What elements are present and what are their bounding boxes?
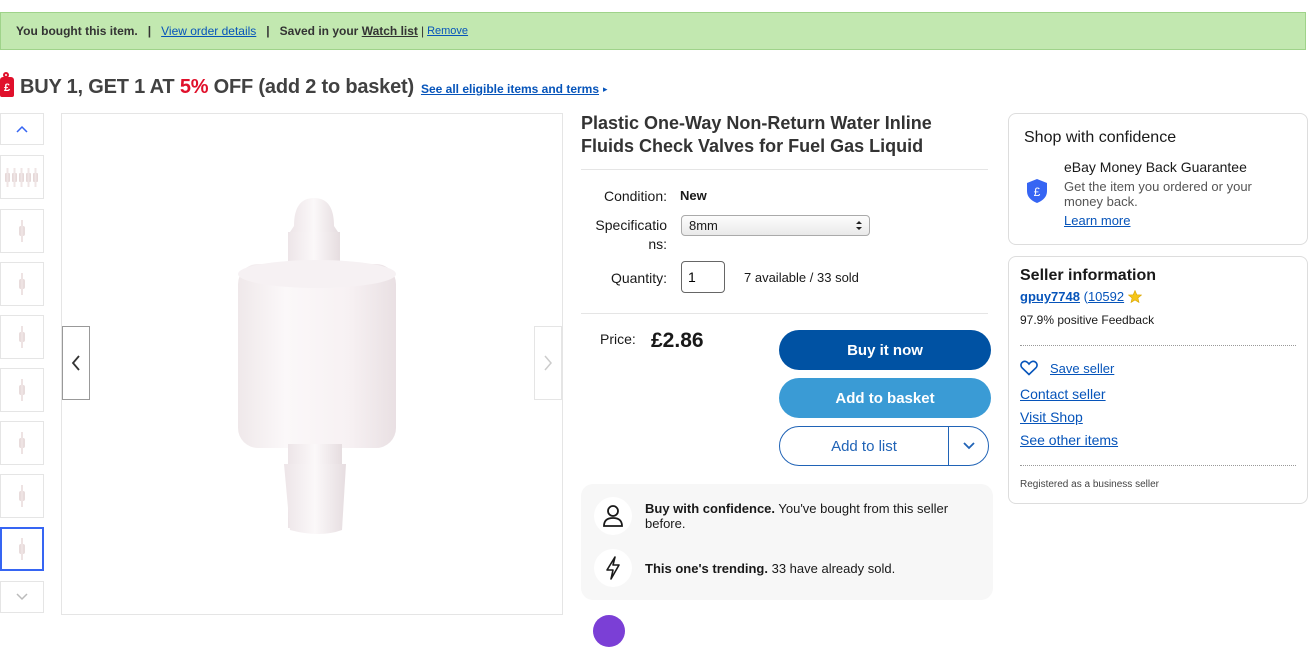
specifications-label: Specificatio ns: bbox=[581, 216, 667, 254]
guarantee-title: eBay Money Back Guarantee bbox=[1064, 159, 1247, 175]
thumbnail-1[interactable] bbox=[0, 155, 44, 199]
banner-separator: | bbox=[420, 24, 425, 38]
quantity-input[interactable] bbox=[681, 261, 725, 293]
remove-link[interactable]: Remove bbox=[427, 25, 468, 37]
banner-separator: | bbox=[147, 24, 152, 38]
thumbnail-scroll-up-button[interactable] bbox=[0, 113, 44, 145]
buy-it-now-button[interactable]: Buy it now bbox=[779, 330, 991, 370]
thumbnail-image bbox=[19, 538, 25, 560]
promo-part1: BUY 1, GET 1 AT bbox=[20, 75, 180, 98]
divider bbox=[581, 313, 988, 314]
banner-separator: | bbox=[266, 24, 270, 38]
promo-headline: BUY 1, GET 1 AT 5% OFF (add 2 to basket) bbox=[20, 76, 414, 99]
seller-information-panel: Seller information gpuy7748 (10592 97.9%… bbox=[1008, 256, 1308, 504]
visit-shop-link[interactable]: Visit Shop bbox=[1020, 409, 1083, 425]
star-icon bbox=[1127, 289, 1143, 304]
thumbnail-image bbox=[19, 220, 25, 242]
shop-with-confidence-panel: Shop with confidence £ eBay Money Back G… bbox=[1008, 113, 1308, 245]
save-seller-row[interactable]: Save seller bbox=[1020, 360, 1114, 376]
add-to-basket-button[interactable]: Add to basket bbox=[779, 378, 991, 418]
spec-label-line2: ns: bbox=[648, 236, 667, 252]
registered-business-text: Registered as a business seller bbox=[1020, 479, 1159, 490]
add-to-list-button[interactable]: Add to list bbox=[779, 426, 989, 466]
next-image-button[interactable] bbox=[534, 326, 562, 400]
seller-info-title: Seller information bbox=[1020, 267, 1157, 284]
person-icon bbox=[594, 497, 632, 535]
lightning-icon bbox=[594, 549, 632, 587]
confidence-item-2-bold: This one's trending. bbox=[645, 561, 768, 576]
price-label: Price: bbox=[600, 331, 636, 347]
thumbnail-image bbox=[19, 485, 25, 507]
select-arrows-icon bbox=[856, 221, 862, 230]
thumbnail-image bbox=[5, 168, 38, 187]
thumbnail-image bbox=[19, 379, 25, 401]
confidence-item-1-bold: Buy with confidence. bbox=[645, 501, 776, 516]
divider bbox=[581, 169, 988, 170]
add-to-list-label: Add to list bbox=[831, 437, 897, 455]
thumbnail-3[interactable] bbox=[0, 262, 44, 306]
divider bbox=[1020, 465, 1296, 466]
chevron-left-icon bbox=[71, 355, 80, 371]
availability-text: 7 available / 33 sold bbox=[744, 270, 859, 285]
chevron-right-icon bbox=[544, 355, 552, 371]
thumbnail-image bbox=[19, 432, 25, 454]
buyer-confidence-box: Buy with confidence. You've bought from … bbox=[581, 484, 993, 600]
add-to-list-dropdown[interactable] bbox=[949, 442, 988, 450]
product-title: Plastic One-Way Non-Return Water Inline … bbox=[581, 113, 932, 156]
promo-terms-link[interactable]: See all eligible items and terms bbox=[421, 82, 599, 96]
confidence-item-2-text: 33 have already sold. bbox=[768, 561, 896, 576]
thumbnail-7[interactable] bbox=[0, 474, 44, 518]
seller-name-link[interactable]: gpuy7748 bbox=[1020, 289, 1080, 304]
thumbnail-image bbox=[19, 326, 25, 348]
see-other-items-link[interactable]: See other items bbox=[1020, 432, 1118, 448]
promo-part2: OFF (add 2 to basket) bbox=[208, 75, 414, 98]
promo-arrow-icon: ▸ bbox=[603, 83, 608, 94]
thumbnail-8-selected[interactable] bbox=[0, 527, 44, 571]
main-product-image[interactable] bbox=[61, 113, 563, 615]
promo-percent: 5% bbox=[179, 75, 209, 98]
avatar bbox=[593, 615, 625, 647]
thumbnail-4[interactable] bbox=[0, 315, 44, 359]
quantity-label: Quantity: bbox=[610, 270, 667, 286]
thumbnail-image bbox=[19, 273, 25, 295]
guarantee-text: Get the item you ordered or your money b… bbox=[1064, 179, 1252, 209]
tag-icon: £ bbox=[0, 72, 14, 97]
thumbnail-2[interactable] bbox=[0, 209, 44, 253]
save-seller-link[interactable]: Save seller bbox=[1050, 361, 1114, 376]
confidence-item-2: This one's trending. 33 have already sol… bbox=[645, 561, 980, 576]
watch-list-link[interactable]: Watch list bbox=[362, 24, 418, 38]
chevron-down-icon bbox=[962, 442, 975, 450]
previous-image-button[interactable] bbox=[62, 326, 90, 400]
promo-bar: £ BUY 1, GET 1 AT 5% OFF (add 2 to baske… bbox=[0, 72, 608, 102]
purchase-banner: You bought this item. | View order detai… bbox=[0, 12, 1306, 50]
condition-label: Condition: bbox=[603, 188, 667, 204]
divider bbox=[1020, 345, 1296, 346]
confidence-item-1: Buy with confidence. You've bought from … bbox=[645, 501, 980, 531]
condition-value: New bbox=[680, 188, 707, 203]
heart-icon bbox=[1020, 360, 1038, 376]
chevron-down-icon bbox=[16, 593, 28, 601]
shop-confidence-title: Shop with confidence bbox=[1024, 129, 1177, 146]
valve-image bbox=[238, 198, 396, 534]
feedback-percentage: 97.9% positive Feedback bbox=[1020, 313, 1155, 327]
shield-pound-symbol: £ bbox=[1034, 185, 1041, 199]
chevron-up-icon bbox=[16, 125, 28, 133]
saved-prefix-text: Saved in your bbox=[279, 24, 359, 38]
contact-seller-link[interactable]: Contact seller bbox=[1020, 386, 1106, 402]
shield-pound-icon: £ bbox=[1026, 178, 1048, 204]
thumbnail-5[interactable] bbox=[0, 368, 44, 412]
thumbnail-6[interactable] bbox=[0, 421, 44, 465]
price-value: £2.86 bbox=[651, 329, 704, 352]
seller-name-line: gpuy7748 (10592 bbox=[1020, 289, 1143, 304]
thumbnail-scroll-down-button[interactable] bbox=[0, 581, 44, 613]
learn-more-link[interactable]: Learn more bbox=[1064, 213, 1130, 228]
specifications-select[interactable]: 8mm bbox=[681, 215, 870, 236]
spec-selected-value: 8mm bbox=[689, 218, 718, 233]
view-order-details-link[interactable]: View order details bbox=[161, 24, 256, 38]
spec-label-line1: Specificatio bbox=[595, 217, 667, 233]
feedback-count-link[interactable]: 10592 bbox=[1088, 289, 1124, 304]
bought-text: You bought this item. bbox=[16, 24, 138, 38]
